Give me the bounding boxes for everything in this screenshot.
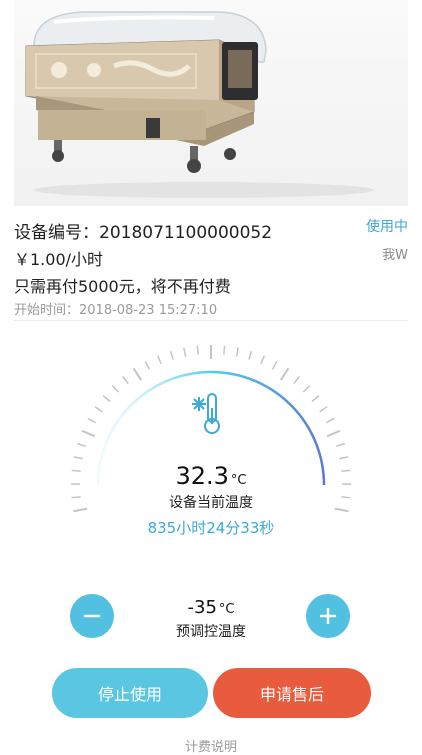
gauge-tick [273, 361, 277, 369]
billing-info-link[interactable]: 计费说明 [0, 736, 422, 755]
gauge-tick [326, 418, 334, 422]
device-number: 2018071100000052 [99, 223, 272, 243]
gauge-tick [134, 368, 142, 380]
gauge-tick [261, 356, 264, 364]
gauge-tick [339, 457, 348, 459]
gauge-tick [112, 386, 118, 392]
payment-notice: 只需再付5000元，将不再付费 [14, 273, 408, 297]
gauge-tick [312, 396, 319, 402]
gauge-tick [336, 444, 345, 447]
product-photo [14, 0, 408, 206]
gauge-tick [77, 444, 86, 447]
gauge-tick [74, 457, 83, 459]
current-temperature-unit: °C [231, 473, 247, 488]
current-temperature-value: 32.3 [175, 462, 228, 490]
device-number-row: 设备编号：2018071100000052 [14, 218, 408, 243]
gauge-tick [236, 348, 238, 357]
start-time-row: 开始时间：2018-08-23 15:27:10 [14, 299, 408, 318]
user-name: 我W [382, 244, 408, 263]
preset-temperature-label: 预调控温度 [0, 621, 422, 641]
gauge-tick [88, 418, 96, 422]
gauge-tick [327, 431, 340, 436]
current-temperature: 32.3°C [0, 462, 422, 490]
gauge-tick [224, 346, 225, 355]
gauge-tick [184, 348, 186, 357]
preset-temperature-unit: °C [219, 602, 235, 617]
gauge-tick [197, 346, 198, 355]
increase-temperature-button[interactable] [306, 594, 350, 638]
elapsed-time: 835小时24分33秒 [0, 517, 422, 538]
gauge-tick [249, 351, 252, 360]
gauge-tick [103, 396, 110, 402]
freezer-casket-illustration [14, 0, 408, 206]
gauge-tick [320, 407, 327, 412]
gauge-tick [294, 377, 300, 384]
status-badge: 使用中 [366, 216, 408, 236]
divider [14, 320, 408, 321]
gauge-tick [82, 431, 95, 436]
plus-icon [318, 606, 338, 626]
gauge-tick [171, 351, 174, 360]
price: ￥1.00/小时 [14, 246, 408, 270]
gauge-tick [281, 368, 289, 380]
gauge-tick [158, 356, 161, 364]
snowflake-thermometer-icon [192, 394, 219, 433]
gauge-tick [95, 407, 102, 412]
start-time: 2018-08-23 15:27:10 [79, 303, 217, 318]
gauge-tick [123, 377, 129, 384]
apply-after-sales-button[interactable]: 申请售后 [213, 668, 371, 718]
current-temperature-label: 设备当前温度 [0, 492, 422, 512]
stop-using-button[interactable]: 停止使用 [52, 668, 208, 718]
temperature-gauge [0, 330, 422, 580]
gauge-tick [303, 386, 309, 392]
start-time-label: 开始时间： [14, 303, 79, 318]
preset-temperature-value: -35 [188, 597, 217, 618]
device-number-label: 设备编号： [14, 223, 99, 243]
gauge-tick [145, 361, 149, 369]
preset-temperature: -35°C [0, 597, 422, 618]
